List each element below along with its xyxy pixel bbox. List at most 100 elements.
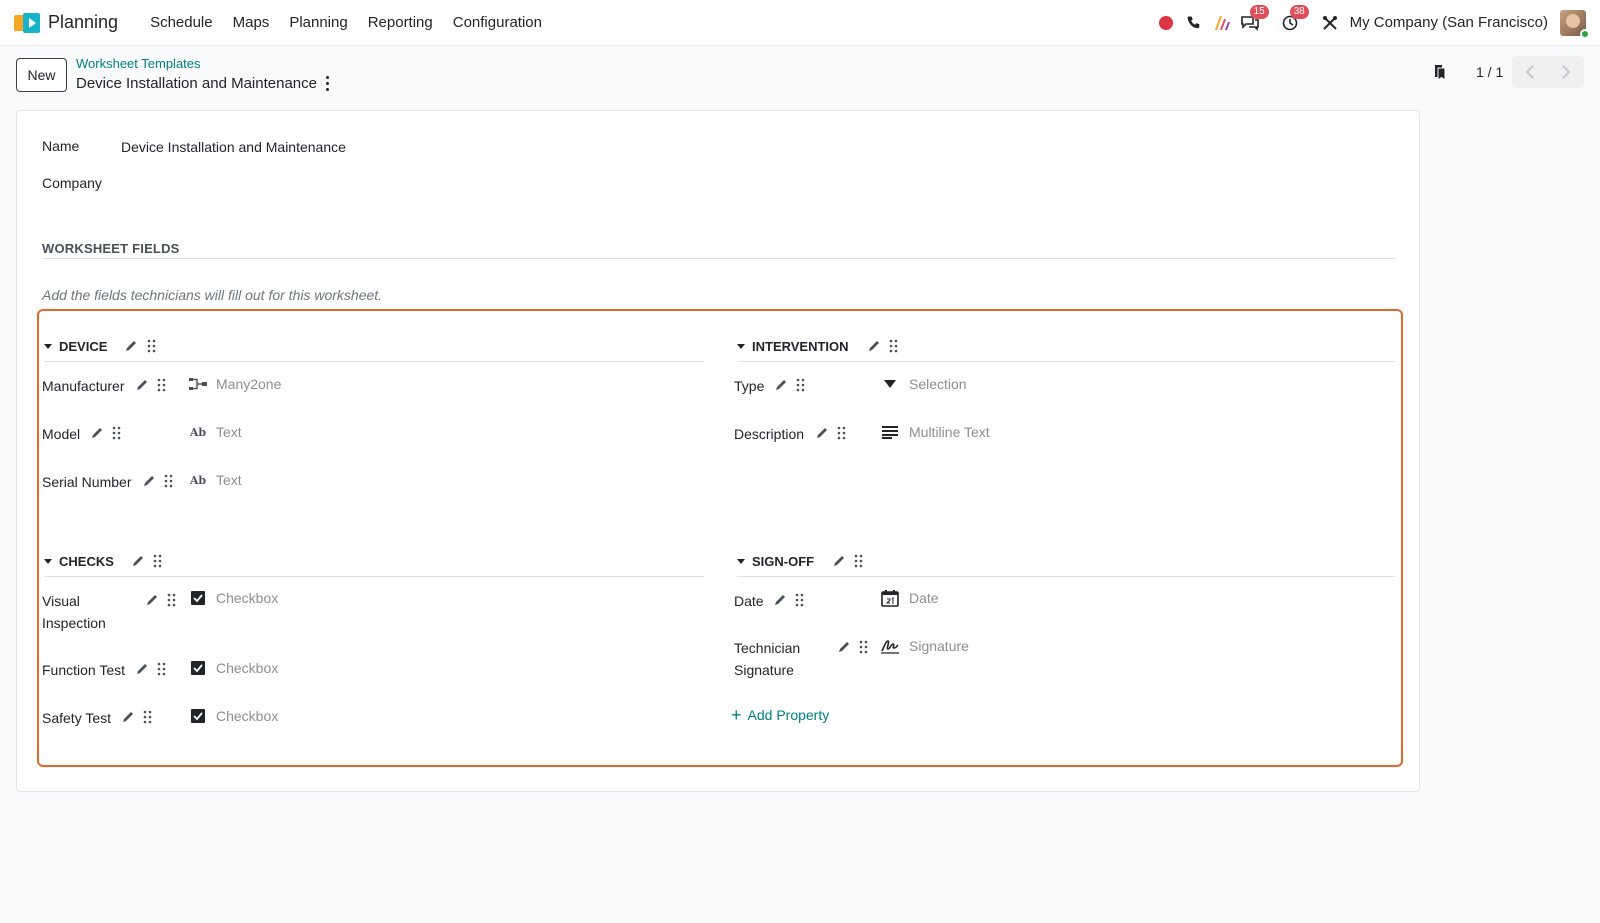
edit-pencil-icon[interactable] — [131, 554, 145, 568]
top-navbar: Planning Schedule Maps Planning Reportin… — [0, 0, 1600, 46]
edit-pencil-icon[interactable] — [145, 593, 159, 607]
drag-handle-icon[interactable] — [793, 593, 807, 607]
pager-next-button[interactable] — [1548, 56, 1584, 88]
messages-icon[interactable]: 15 — [1236, 4, 1269, 37]
drag-handle-icon[interactable] — [835, 426, 849, 440]
caret-down-icon[interactable] — [737, 558, 745, 564]
edit-pencil-icon[interactable] — [867, 339, 881, 353]
company-label: Company — [42, 175, 102, 191]
prop-type-date: Date — [909, 590, 939, 606]
group-divider — [737, 361, 1395, 362]
menu-item-configuration[interactable]: Configuration — [443, 14, 552, 31]
prop-label-safety-test[interactable]: Safety Test — [42, 707, 111, 729]
prop-label-type[interactable]: Type — [734, 375, 764, 397]
activity-badge: 38 — [1289, 4, 1309, 19]
prop-label-manufacturer[interactable]: Manufacturer — [42, 375, 124, 397]
prop-label-visual-inspection[interactable]: Visual Inspection — [42, 590, 142, 634]
planning-app-icon[interactable] — [14, 11, 40, 35]
phone-icon[interactable] — [1180, 9, 1208, 37]
record-icon[interactable] — [1152, 9, 1180, 37]
ai-icon[interactable] — [1208, 9, 1236, 37]
prop-label-serial-number[interactable]: Serial Number — [42, 471, 131, 493]
name-field[interactable]: Device Installation and Maintenance — [121, 139, 346, 155]
text-icon: Ab — [189, 425, 207, 439]
edit-pencil-icon[interactable] — [90, 426, 104, 440]
menu-item-maps[interactable]: Maps — [223, 14, 280, 31]
selection-caret-icon — [880, 375, 900, 393]
tools-icon[interactable] — [1316, 9, 1344, 37]
prop-label-technician-signature[interactable]: Technician Signature — [734, 637, 824, 681]
menu-item-planning[interactable]: Planning — [279, 14, 357, 31]
pager-previous-button[interactable] — [1512, 56, 1548, 88]
group-device-title: DEVICE — [59, 338, 108, 354]
signature-icon — [880, 637, 900, 655]
menu-item-reporting[interactable]: Reporting — [358, 14, 443, 31]
drag-handle-icon[interactable] — [162, 474, 176, 488]
pager-value[interactable]: 1 / 1 — [1476, 64, 1503, 80]
group-signoff-header[interactable]: SIGN-OFF — [737, 550, 814, 572]
worksheet-fields-heading: WORKSHEET FIELDS — [42, 241, 180, 256]
group-checks-header[interactable]: CHECKS — [44, 550, 114, 572]
caret-down-icon[interactable] — [44, 558, 52, 564]
group-intervention-title: INTERVENTION — [752, 338, 849, 354]
prop-label-model[interactable]: Model — [42, 423, 80, 445]
activity-clock-icon[interactable]: 38 — [1276, 4, 1309, 37]
edit-pencil-icon[interactable] — [774, 378, 788, 392]
edit-pencil-icon[interactable] — [121, 710, 135, 724]
edit-pencil-icon[interactable] — [837, 640, 851, 654]
pager-buttons — [1512, 56, 1584, 88]
new-button[interactable]: New — [16, 58, 67, 92]
main-menu: Schedule Maps Planning Reporting Configu… — [140, 14, 552, 31]
company-switcher[interactable]: My Company (San Francisco) — [1350, 14, 1548, 31]
breadcrumb-worksheet-templates[interactable]: Worksheet Templates — [76, 56, 201, 71]
drag-handle-icon[interactable] — [110, 426, 124, 440]
edit-pencil-icon[interactable] — [135, 662, 149, 676]
drag-handle-icon[interactable] — [141, 710, 155, 724]
record-actions-menu-icon[interactable] — [322, 74, 332, 92]
group-device-header[interactable]: DEVICE — [44, 335, 107, 357]
edit-pencil-icon[interactable] — [832, 554, 846, 568]
drag-handle-icon[interactable] — [857, 640, 871, 654]
document-icon[interactable] — [1430, 62, 1450, 82]
caret-down-icon[interactable] — [737, 343, 745, 349]
chevron-right-icon — [1562, 65, 1571, 79]
drag-handle-icon[interactable] — [155, 378, 169, 392]
add-property-button[interactable]: + Add Property — [731, 706, 829, 724]
group-signoff-title: SIGN-OFF — [752, 553, 815, 569]
group-divider — [44, 361, 704, 362]
drag-handle-icon[interactable] — [151, 554, 165, 568]
prop-type-many2one: Many2one — [216, 376, 282, 392]
user-avatar[interactable] — [1560, 9, 1590, 39]
section-divider — [42, 258, 1396, 259]
menu-item-schedule[interactable]: Schedule — [140, 14, 223, 31]
edit-pencil-icon[interactable] — [773, 593, 787, 607]
prop-label-description[interactable]: Description — [734, 423, 804, 445]
drag-handle-icon[interactable] — [887, 339, 901, 353]
systray: 15 38 My Company (San Francisco) — [1152, 4, 1590, 39]
checkbox-icon — [188, 707, 208, 725]
group-divider — [737, 576, 1395, 577]
prop-type-text: Text — [216, 424, 242, 440]
edit-pencil-icon[interactable] — [142, 474, 156, 488]
checkbox-icon — [188, 659, 208, 677]
prop-label-date[interactable]: Date — [734, 590, 764, 612]
drag-handle-icon[interactable] — [145, 339, 159, 353]
company-field[interactable] — [121, 175, 521, 193]
edit-pencil-icon[interactable] — [135, 378, 149, 392]
text-icon: Ab — [189, 473, 207, 487]
drag-handle-icon[interactable] — [165, 593, 179, 607]
edit-pencil-icon[interactable] — [815, 426, 829, 440]
form-sheet: Name Device Installation and Maintenance… — [16, 110, 1420, 792]
prop-label-function-test[interactable]: Function Test — [42, 659, 125, 681]
drag-handle-icon[interactable] — [852, 554, 866, 568]
app-name[interactable]: Planning — [48, 12, 118, 33]
edit-pencil-icon[interactable] — [124, 339, 138, 353]
multiline-text-icon — [880, 423, 900, 441]
drag-handle-icon[interactable] — [155, 662, 169, 676]
prop-type-multiline-text: Multiline Text — [909, 424, 990, 440]
caret-down-icon[interactable] — [44, 343, 52, 349]
prop-type-text: Text — [216, 472, 242, 488]
group-intervention-header[interactable]: INTERVENTION — [737, 335, 849, 357]
breadcrumb-current-record: Device Installation and Maintenance — [76, 75, 317, 92]
drag-handle-icon[interactable] — [794, 378, 808, 392]
